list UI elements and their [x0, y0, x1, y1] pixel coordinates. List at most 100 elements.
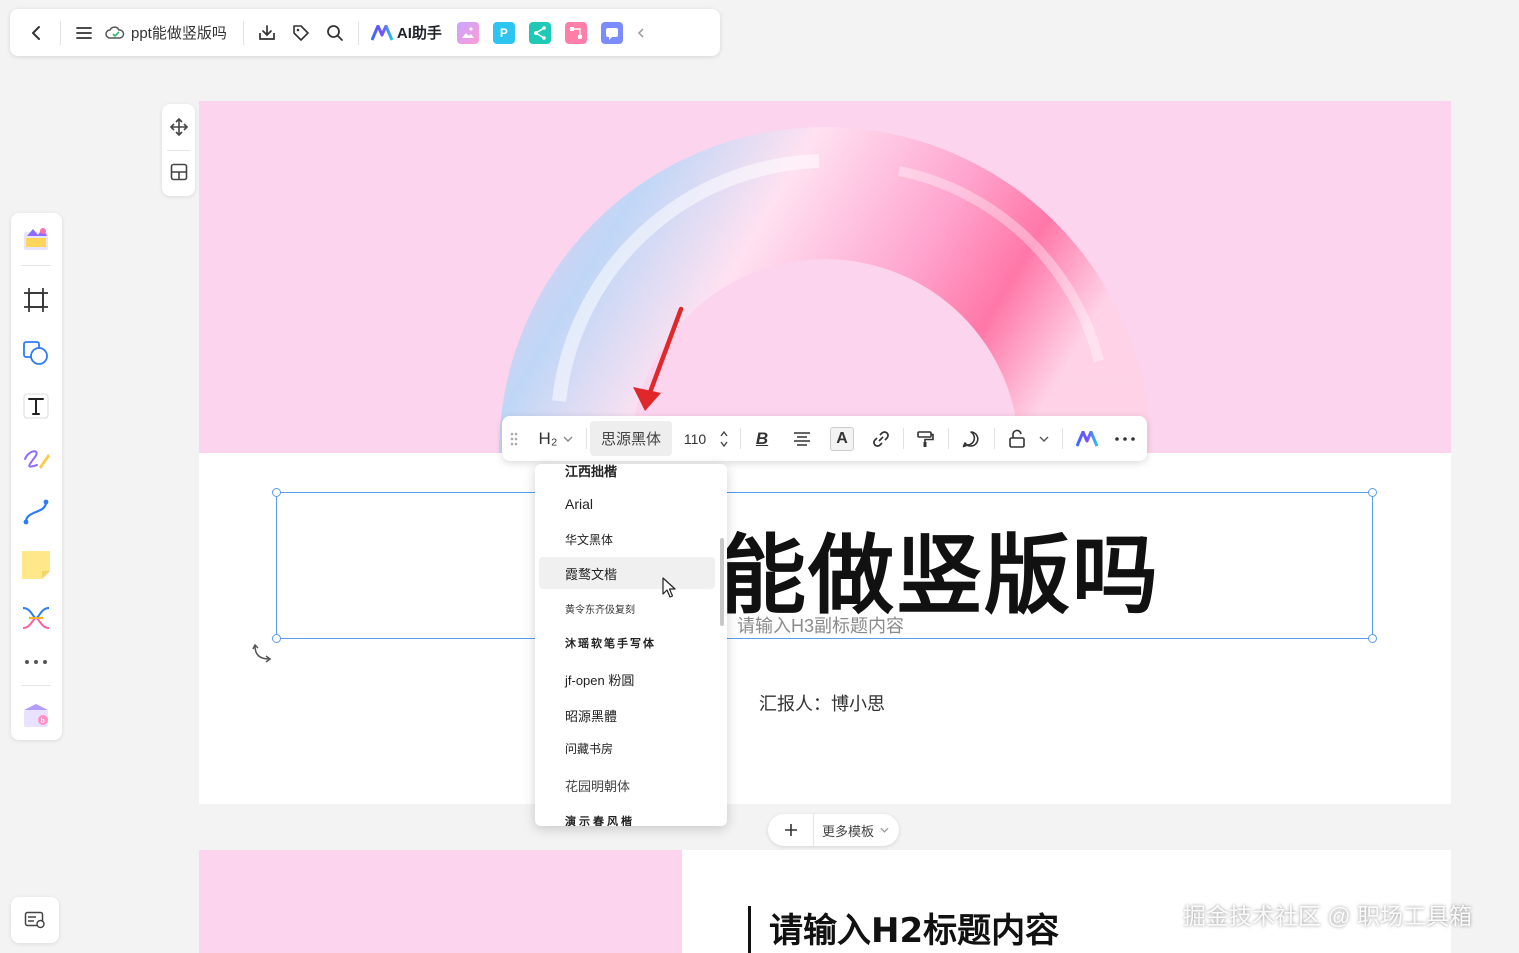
drag-dots-icon: [510, 432, 518, 445]
font-option[interactable]: 演示春风楷: [539, 805, 715, 826]
template-icon: [24, 228, 48, 250]
font-option[interactable]: 黄令东齐伋复刻: [539, 592, 715, 624]
dropdown-scrollbar[interactable]: [720, 538, 724, 626]
drag-handle[interactable]: [506, 416, 522, 461]
format-painter-button[interactable]: [910, 416, 940, 461]
font-option[interactable]: 沐瑶软笔手写体: [539, 627, 715, 659]
lock-options-dropdown[interactable]: [1034, 416, 1054, 461]
link-button[interactable]: [866, 416, 896, 461]
move-arrows-icon: [169, 117, 188, 137]
chat-icon: [605, 27, 618, 40]
format-painter-icon: [917, 430, 934, 447]
divider: [242, 20, 244, 45]
plugin-box-button[interactable]: b: [19, 697, 53, 731]
font-option[interactable]: 华文黑体: [539, 523, 715, 555]
slide-reporter[interactable]: 汇报人：博小思: [759, 690, 885, 716]
divider: [167, 150, 190, 151]
rotate-icon: [252, 643, 272, 663]
pen-scribble-icon: [24, 450, 50, 469]
more-tools-button[interactable]: [19, 645, 53, 679]
flowchart-plugin-button[interactable]: [564, 21, 587, 44]
bold-icon: B: [755, 428, 769, 448]
collapse-plugins-button[interactable]: [630, 16, 652, 50]
p-plugin-letter: P: [499, 25, 508, 40]
align-button[interactable]: [787, 416, 817, 461]
comment-button[interactable]: [956, 416, 986, 461]
pointer-cursor-icon: [662, 577, 676, 598]
top-toolbar: ppt能做竖版吗 AI助手 P: [10, 9, 720, 56]
ai-assistant-button[interactable]: AI助手: [370, 22, 442, 43]
resize-handle-top-left[interactable]: [272, 488, 281, 497]
more-templates-button[interactable]: 更多模板: [814, 821, 889, 840]
image-plugin-button[interactable]: [456, 21, 479, 44]
glass-arc-graphic: [499, 127, 1151, 453]
align-center-icon: [794, 431, 810, 446]
move-slide-button[interactable]: [165, 110, 192, 144]
gift-box-icon: b: [24, 704, 48, 727]
font-option[interactable]: 问藏书房: [539, 732, 715, 764]
font-option[interactable]: 江西拙楷: [539, 464, 715, 486]
resize-handle-bottom-right[interactable]: [1368, 634, 1377, 643]
layout-grid-icon: [170, 163, 187, 181]
ai-format-button[interactable]: [1072, 416, 1102, 461]
font-option-highlighted[interactable]: 霞鹜文楷: [539, 557, 715, 589]
sticky-note-tool-button[interactable]: [19, 548, 53, 582]
font-size-stepper[interactable]: [714, 416, 734, 461]
slide-subtitle[interactable]: 请输入H3副标题内容: [737, 612, 904, 638]
stepper-arrows-icon: [720, 430, 728, 447]
slide-2-image: [199, 850, 682, 953]
back-button[interactable]: [20, 16, 54, 50]
frame-tool-button[interactable]: [19, 283, 53, 317]
mindmap-tool-icon: [22, 607, 50, 629]
watermark: 掘金技术社区 @ 职场工具箱: [1183, 903, 1473, 929]
resize-handle-bottom-left[interactable]: [272, 634, 281, 643]
bold-button[interactable]: B: [747, 416, 777, 461]
download-icon: [259, 24, 275, 40]
add-slide-button[interactable]: [768, 814, 814, 846]
search-icon: [326, 24, 343, 41]
mindmap-plugin-button[interactable]: [528, 21, 551, 44]
more-dots-icon: [25, 660, 47, 664]
font-option[interactable]: 花园明朝体: [539, 769, 715, 801]
slide-2-title[interactable]: 请输入H2标题内容: [769, 903, 1059, 952]
font-option[interactable]: 昭源黑體: [539, 699, 715, 731]
divider: [21, 265, 51, 266]
p-plugin-button[interactable]: P: [492, 21, 515, 44]
search-button[interactable]: [318, 16, 352, 50]
plus-icon: [784, 824, 797, 836]
text-t-icon: [23, 393, 49, 419]
template-tool-button[interactable]: [19, 221, 53, 255]
shape-tool-button[interactable]: [19, 336, 53, 370]
link-icon: [873, 430, 889, 447]
document-title[interactable]: ppt能做竖版吗: [105, 22, 227, 43]
rotate-handle[interactable]: [252, 643, 272, 668]
menu-icon: [76, 26, 92, 39]
font-option[interactable]: Arial: [539, 488, 715, 520]
lock-button[interactable]: [1002, 416, 1032, 461]
menu-button[interactable]: [67, 16, 101, 50]
chat-plugin-button[interactable]: [600, 21, 623, 44]
connector-tool-button[interactable]: [19, 495, 53, 529]
layout-slide-button[interactable]: [165, 155, 192, 189]
heading-level-select[interactable]: H₂: [532, 416, 580, 461]
mindmap-tool-button[interactable]: [19, 601, 53, 635]
more-templates-label: 更多模板: [822, 823, 875, 839]
font-family-select[interactable]: 思源黑体: [590, 421, 672, 456]
font-family-label: 思源黑体: [600, 431, 661, 448]
text-color-button[interactable]: A: [827, 416, 857, 461]
download-button[interactable]: [250, 16, 284, 50]
ai-assistant-label: AI助手: [396, 25, 442, 42]
chevron-left-icon: [32, 25, 40, 40]
chevron-left-icon: [637, 27, 644, 38]
title-accent-bar: [748, 906, 751, 953]
font-option[interactable]: jf-open 粉圓: [539, 663, 715, 695]
text-tool-button[interactable]: [19, 389, 53, 423]
tag-button[interactable]: [284, 16, 318, 50]
resize-handle-top-right[interactable]: [1368, 488, 1377, 497]
more-options-button[interactable]: [1110, 416, 1140, 461]
slide-side-toolbar: [162, 104, 195, 196]
pen-tool-button[interactable]: [19, 442, 53, 476]
font-size-input[interactable]: 110: [678, 416, 712, 461]
image-magic-icon: [461, 26, 474, 38]
slide-settings-button[interactable]: [11, 897, 59, 943]
